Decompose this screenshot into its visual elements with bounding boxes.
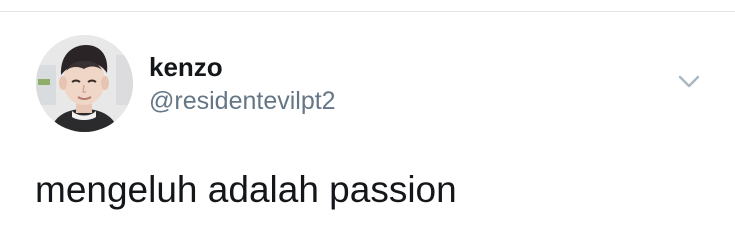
avatar[interactable] — [36, 35, 133, 132]
username-handle[interactable]: @residentevilpt2 — [149, 86, 336, 116]
display-name[interactable]: kenzo — [149, 52, 223, 82]
tweet-card: kenzo @residentevilpt2 mengeluh adalah p… — [0, 0, 735, 245]
tweet-menu-button[interactable] — [676, 72, 702, 92]
profile-photo-icon — [36, 35, 133, 132]
tweet-text: mengeluh adalah passion — [35, 169, 457, 210]
chevron-down-icon — [678, 75, 700, 88]
